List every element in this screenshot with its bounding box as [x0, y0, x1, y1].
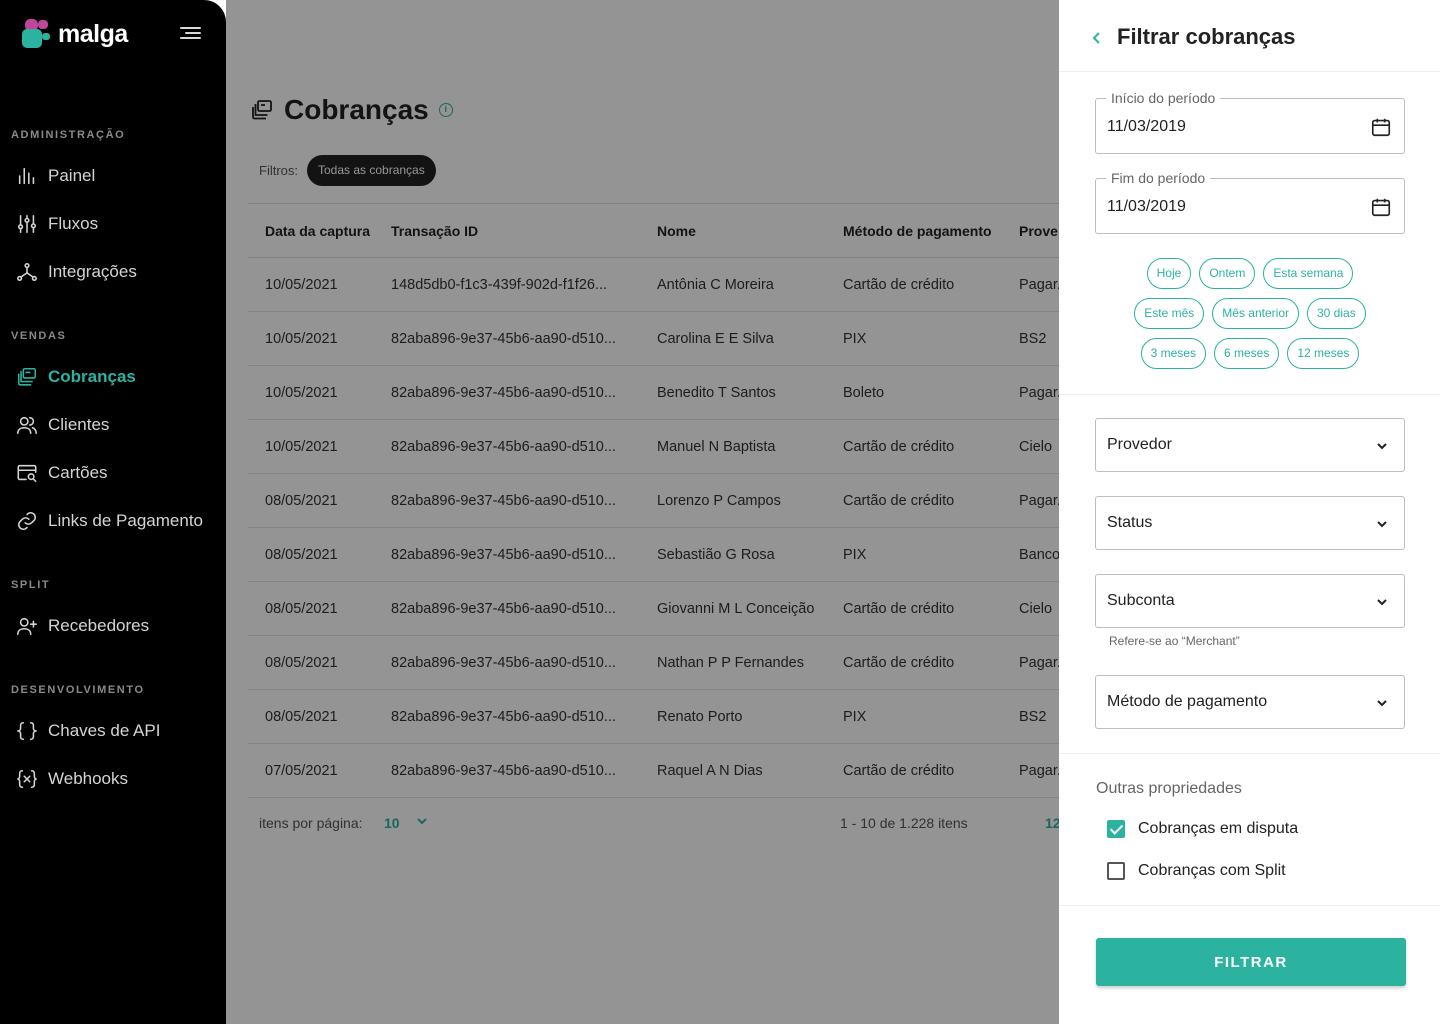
sidebar-item-fluxos[interactable]: Fluxos [16, 209, 98, 239]
payment-method-select[interactable]: Método de pagamento [1095, 675, 1405, 729]
network-icon [17, 262, 37, 282]
sidebar-item-label: Chaves de API [48, 721, 161, 740]
start-date-field[interactable]: Início do período 11/03/2019 [1095, 90, 1405, 154]
chevron-down-icon [1377, 521, 1387, 528]
end-date-label: Fim do período [1106, 170, 1211, 186]
other-properties-title: Outras propriedades [1096, 780, 1242, 797]
link-icon [17, 511, 37, 531]
end-date-value: 11/03/2019 [1107, 198, 1186, 215]
sliders-icon [17, 214, 37, 234]
sidebar-item-label: Links de Pagamento [48, 511, 203, 530]
sidebar-item-chaves-de-api[interactable]: Chaves de API [16, 716, 160, 746]
brand-logo[interactable]: malga [22, 19, 128, 49]
filter-drawer: Filtrar cobranças Início do período 11/0… [1059, 0, 1440, 1024]
split-checkbox-row[interactable]: Cobranças com Split [1107, 862, 1286, 880]
section-title-desenvolvimento: DESENVOLVIMENTO [11, 684, 145, 696]
payment-method-select-label: Método de pagamento [1107, 693, 1268, 710]
drawer-header: Filtrar cobranças [1059, 0, 1440, 72]
end-date-field[interactable]: Fim do período 11/03/2019 [1095, 170, 1405, 234]
quick-range-chip[interactable]: 30 dias [1307, 298, 1366, 329]
dispute-checkbox-row[interactable]: Cobranças em disputa [1107, 820, 1298, 838]
charges-icon [17, 367, 37, 386]
card-search-icon [17, 464, 37, 483]
quick-range-row: Hoje Ontem Esta semana [1095, 258, 1405, 289]
quick-range-chip[interactable]: 3 meses [1140, 338, 1206, 369]
quick-range-chip[interactable]: Mês anterior [1212, 298, 1299, 329]
status-select[interactable]: Status [1095, 496, 1405, 550]
quick-range-chip[interactable]: 6 meses [1213, 338, 1280, 369]
sidebar-item-recebedores[interactable]: Recebedores [16, 611, 149, 641]
dispute-checkbox-label: Cobranças em disputa [1138, 820, 1299, 837]
provider-select[interactable]: Provedor [1095, 418, 1405, 472]
webhook-icon [17, 769, 37, 789]
provider-select-label: Provedor [1107, 436, 1172, 453]
divider [1059, 394, 1440, 395]
status-select-label: Status [1107, 514, 1153, 531]
user-plus-icon [17, 617, 37, 636]
section-title-split: SPLIT [11, 579, 51, 591]
sidebar-item-cobrancas[interactable]: Cobranças [16, 362, 136, 392]
quick-range-chip[interactable]: Hoje [1146, 258, 1192, 289]
sidebar-item-cartoes[interactable]: Cartões [16, 458, 108, 488]
quick-range-row: 3 meses 6 meses 12 meses [1095, 338, 1405, 369]
quick-range-row: Este mês Mês anterior 30 dias [1095, 298, 1405, 329]
sidebar-item-label: Painel [48, 166, 96, 185]
start-date-label: Início do período [1106, 90, 1221, 106]
sidebar-item-label: Recebedores [48, 616, 150, 635]
subaccount-helper-text: Refere-se ao “Merchant” [1109, 634, 1240, 648]
braces-icon [17, 721, 37, 741]
quick-range-chip[interactable]: Esta semana [1263, 258, 1354, 289]
chevron-down-icon [1377, 599, 1387, 606]
chevron-down-icon [1377, 700, 1387, 707]
filter-submit-button[interactable]: FILTRAR [1096, 938, 1406, 986]
subaccount-select-label: Subconta [1107, 592, 1175, 609]
sidebar-item-label: Webhooks [48, 769, 129, 788]
sidebar: malga ADMINISTRAÇÃO Painel Fluxos Integr… [0, 0, 226, 1024]
sidebar-item-painel[interactable]: Painel [16, 161, 95, 191]
sidebar-item-label: Clientes [48, 415, 110, 434]
brand-name: malga [58, 19, 128, 48]
section-title-vendas: VENDAS [11, 330, 67, 342]
divider [1059, 905, 1440, 906]
users-icon [17, 416, 37, 435]
malga-logo-icon [22, 19, 52, 49]
sidebar-item-label: Cartões [48, 463, 108, 482]
back-chevron-icon[interactable] [1089, 28, 1103, 48]
sidebar-item-links-de-pagamento[interactable]: Links de Pagamento [16, 506, 203, 536]
sidebar-item-integracoes[interactable]: Integrações [16, 257, 137, 287]
section-title-administracao: ADMINISTRAÇÃO [11, 129, 126, 141]
calendar-icon[interactable] [1370, 196, 1392, 218]
split-checkbox[interactable] [1107, 862, 1125, 880]
quick-range-chip[interactable]: 12 meses [1287, 338, 1360, 369]
bar-chart-icon [18, 167, 35, 185]
dispute-checkbox[interactable] [1107, 820, 1125, 838]
sidebar-item-label: Integrações [48, 262, 137, 281]
start-date-value: 11/03/2019 [1107, 118, 1186, 135]
sidebar-item-webhooks[interactable]: Webhooks [16, 764, 128, 794]
sidebar-item-label: Fluxos [48, 214, 99, 233]
drawer-title: Filtrar cobranças [1117, 24, 1296, 49]
chevron-down-icon [1377, 443, 1387, 450]
calendar-icon[interactable] [1370, 116, 1392, 138]
split-checkbox-label: Cobranças com Split [1138, 862, 1286, 879]
quick-range-chip[interactable]: Ontem [1199, 258, 1256, 289]
collapse-menu-icon[interactable] [180, 27, 201, 43]
quick-range-chip[interactable]: Este mês [1134, 298, 1205, 329]
sidebar-item-label: Cobranças [48, 367, 136, 386]
subaccount-select[interactable]: Subconta [1095, 574, 1405, 628]
sidebar-item-clientes[interactable]: Clientes [16, 410, 109, 440]
divider [1059, 753, 1440, 754]
